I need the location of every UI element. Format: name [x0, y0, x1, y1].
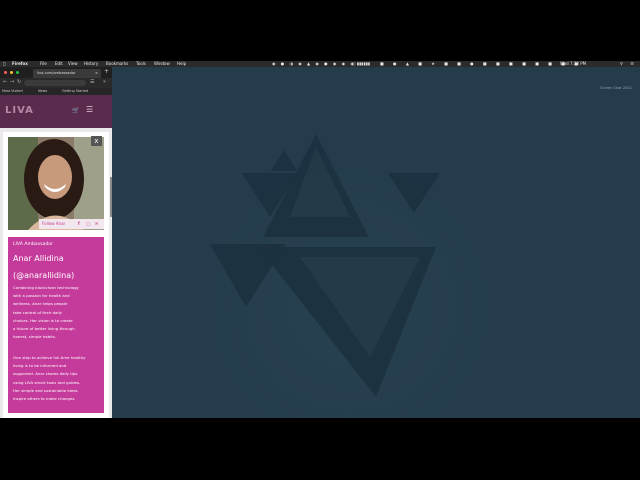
ambassador-bio-2: One step to achieve full-time healthy li…	[13, 354, 101, 403]
bio-line: with a passion for health and	[13, 293, 70, 299]
bio-line: take control of their daily	[13, 309, 62, 315]
ambassador-photo	[8, 137, 104, 230]
browser-toolbar: ← → ↻ ☰ »	[0, 78, 112, 88]
forward-icon[interactable]: →	[10, 79, 14, 85]
desktop-file-label[interactable]: Screen Shot 2021	[600, 86, 632, 90]
ambassador-name: Anar Allidina	[13, 254, 64, 263]
bio-line: inspire others to make changes.	[13, 396, 76, 402]
hamburger-menu-icon[interactable]: ☰	[86, 105, 93, 114]
bio-line: honest, simple habits.	[13, 334, 57, 340]
browser-window: liva.com/ambassador × + ← → ↻ ☰ » Most V…	[0, 67, 112, 418]
close-icon[interactable]: x	[91, 136, 102, 146]
minimize-window-button[interactable]	[10, 71, 13, 74]
ambassador-card: x Follow Anar f ◯ ✉ LIVA Ambassador Anar…	[3, 132, 109, 418]
bookmark-news[interactable]: News	[38, 88, 47, 95]
bio-line: using LIVA smart tools and guides.	[13, 379, 81, 385]
bookmark-most-visited[interactable]: Most Visited	[2, 88, 23, 95]
bio-line: living is to be informed and	[13, 363, 67, 369]
overflow-menu-icon[interactable]: »	[103, 79, 106, 85]
social-links: Follow Anar f ◯ ✉	[39, 219, 104, 229]
ambassador-bio: Combining blockchain technology with a p…	[13, 284, 101, 341]
ambassador-role: LIVA Ambassador	[13, 242, 53, 247]
ambassador-handle[interactable]: (@anarallidina)	[13, 271, 74, 280]
instagram-icon[interactable]: ◯	[86, 219, 90, 229]
ambassador-info-panel: LIVA Ambassador Anar Allidina (@anaralli…	[8, 237, 104, 413]
bio-line: One step to achieve full-time healthy	[13, 355, 86, 360]
reload-icon[interactable]: ↻	[17, 79, 21, 85]
bookmark-getting-started[interactable]: Getting Started	[62, 88, 88, 95]
browser-tab[interactable]: liva.com/ambassador ×	[33, 69, 101, 78]
bookmarks-bar: Most Visited News Getting Started	[0, 88, 112, 95]
photo-illustration	[8, 137, 104, 230]
site-header: LIVA 🛒 ☰	[0, 95, 112, 128]
bio-line: supported. Anar shares daily tips	[13, 371, 78, 377]
tab-title: liva.com/ambassador	[37, 71, 76, 75]
bio-line: Combining blockchain technology	[13, 285, 79, 290]
close-window-button[interactable]	[4, 71, 7, 74]
library-icon[interactable]: ☰	[90, 79, 94, 85]
tab-bar: liva.com/ambassador × +	[0, 67, 112, 78]
new-tab-button[interactable]: +	[104, 68, 109, 75]
site-logo[interactable]: LIVA	[5, 105, 34, 116]
bio-line: Her simple and sustainable ideas	[13, 387, 78, 393]
bio-line: wellness, Anar helps people	[13, 301, 68, 307]
zoom-window-button[interactable]	[16, 71, 19, 74]
back-icon[interactable]: ←	[3, 79, 7, 85]
triangle-shape	[388, 173, 440, 213]
bio-line: choices. Her vision is to create	[13, 317, 73, 323]
facebook-icon[interactable]: f	[78, 219, 80, 229]
url-bar[interactable]	[24, 80, 86, 86]
email-icon[interactable]: ✉	[95, 219, 98, 229]
scrollbar-thumb[interactable]	[110, 177, 112, 217]
close-tab-icon[interactable]: ×	[95, 70, 98, 76]
triangle-shape	[271, 150, 297, 171]
bio-line: a future of better living through	[13, 326, 75, 332]
cart-icon[interactable]: 🛒	[72, 107, 79, 114]
follow-label: Follow Anar	[42, 221, 66, 226]
